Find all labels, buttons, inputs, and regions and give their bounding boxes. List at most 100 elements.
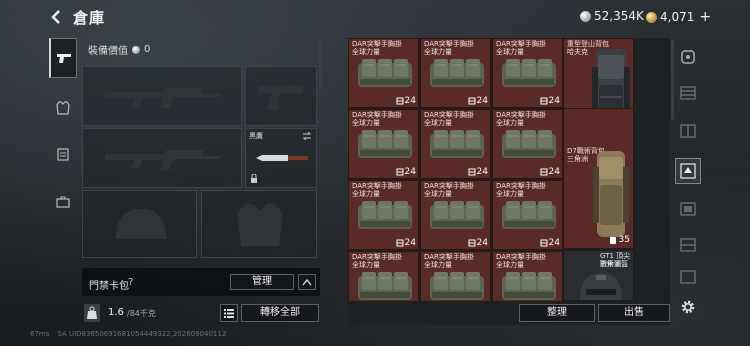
count-value: 35 <box>618 235 630 245</box>
primary-weapon-slot[interactable] <box>82 66 242 126</box>
swap-icon[interactable] <box>302 132 312 140</box>
item-count: 24 <box>468 96 488 106</box>
chevron-left-icon[interactable] <box>48 8 66 26</box>
silver-coin-icon <box>580 10 591 22</box>
melee-slot[interactable]: 黑鷹 <box>245 128 317 188</box>
inventory-item-chest-rig[interactable]: DAR突擊手胸掛 全球力量 24 <box>420 109 491 179</box>
tab-rig[interactable] <box>49 134 77 174</box>
left-category-tabs <box>49 38 77 318</box>
capacity-value: 1.6 <box>108 307 124 318</box>
capacity-icon <box>396 97 404 105</box>
inventory-item-chest-rig[interactable]: DAR突擊手胸掛 全球力量 24 <box>348 109 419 179</box>
chest-rig-icon <box>358 272 412 300</box>
item-count: 24 <box>396 238 416 248</box>
inventory-item-chest-rig[interactable]: DAR突擊手胸掛 全球力量 <box>492 251 563 301</box>
chest-rig-icon <box>430 130 484 158</box>
manage-keycard-button[interactable]: 管理 <box>230 274 294 290</box>
rig-icon <box>57 148 69 161</box>
item-name-line1: DAR突擊手胸掛 <box>424 253 474 261</box>
pistol-icon <box>56 54 71 63</box>
inventory-item-chest-rig[interactable]: DAR突擊手胸掛 全球力量 24 <box>420 38 491 108</box>
equipment-value-label: 裝備價值 <box>88 46 128 57</box>
capacity-icon <box>540 168 548 176</box>
count-value: 24 <box>476 96 488 106</box>
tab-armor[interactable] <box>49 88 77 128</box>
count-value: 24 <box>476 167 488 177</box>
count-value: 24 <box>548 96 560 106</box>
storage-tab-3[interactable] <box>675 118 701 144</box>
item-count: 35 <box>609 235 630 245</box>
inventory-item-chest-rig[interactable]: DAR突擊手胸掛 全球力量 <box>348 251 419 301</box>
equipment-value: 裝備價值 0 <box>88 42 150 57</box>
inventory-item-chest-rig[interactable]: DAR突擊手胸掛 全球力量 <box>420 251 491 301</box>
page-title: 倉庫 <box>73 9 106 27</box>
capacity-icon <box>468 239 476 247</box>
inventory-item-chest-rig[interactable]: DAR突擊手胸掛 全球力量 24 <box>492 109 563 179</box>
armor-slot[interactable] <box>201 190 317 258</box>
rifle-silhouette-icon <box>105 150 221 170</box>
storage-tab-4[interactable] <box>675 158 701 184</box>
keycard-label: 門禁卡包 <box>89 281 129 292</box>
chest-rig-icon <box>502 130 556 158</box>
secondary-weapon-slot[interactable] <box>245 66 317 126</box>
inventory-item-chest-rig[interactable]: DAR突擊手胸掛 全球力量 24 <box>492 38 563 108</box>
shelf-icon <box>680 238 696 252</box>
storage-box-icon <box>680 163 696 179</box>
shelf-icon <box>680 86 696 100</box>
lock-icon <box>251 174 257 183</box>
capacity-icon <box>540 97 548 105</box>
inventory-item-chest-rig[interactable]: DAR突擊手胸掛 全球力量 24 <box>420 180 491 250</box>
inventory-item-chest-rig[interactable]: DAR突擊手胸掛 全球力量 24 <box>348 38 419 108</box>
briefcase-icon <box>56 196 70 208</box>
transfer-all-button[interactable]: 轉移全部 <box>241 304 319 322</box>
item-name-line1: DAR突擊手胸掛 <box>352 253 402 261</box>
collapse-button[interactable] <box>298 274 316 290</box>
tertiary-weapon-slot[interactable] <box>82 128 242 188</box>
settings-button[interactable] <box>675 294 701 320</box>
list-view-button[interactable] <box>220 304 238 322</box>
item-name-line1: DAR突擊手胸掛 <box>352 111 402 119</box>
storage-tab-6[interactable] <box>675 232 701 258</box>
storage-tab-2[interactable] <box>675 80 701 106</box>
storage-tab-1[interactable] <box>675 44 701 70</box>
inventory-item-chest-rig[interactable]: DAR突擊手胸掛 全球力量 24 <box>348 180 419 250</box>
left-panel-scrollbar[interactable] <box>319 40 322 90</box>
backpack-item-d7[interactable]: D7戰術背包 三角洲 35 <box>563 108 634 249</box>
silver-amount: 52,354K <box>594 9 644 23</box>
storage-tab-5[interactable] <box>675 196 701 222</box>
chest-rig-icon <box>358 130 412 158</box>
capacity-row: 1.6 /84千克 轉移全部 <box>82 302 320 324</box>
helmet-item[interactable]: GT1 頂尖戰術頭盔 三角洲 <box>563 250 634 301</box>
chest-rig-icon <box>430 59 484 87</box>
helmet-icon <box>580 273 622 300</box>
item-count: 24 <box>396 96 416 106</box>
chevron-up-icon <box>302 278 312 286</box>
equipment-value-amount: 0 <box>144 44 151 55</box>
sell-button[interactable]: 出售 <box>598 304 670 322</box>
backpack-capacity-icon <box>609 237 616 244</box>
storage-tab-7[interactable] <box>675 264 701 290</box>
item-name-line2: 哈夫克 <box>567 48 588 56</box>
help-icon[interactable]: ? <box>128 277 139 288</box>
item-name-line1: DAR突擊手胸掛 <box>352 182 402 190</box>
safe-icon <box>681 50 695 64</box>
shelf-icon <box>680 124 696 138</box>
silver-currency: 52,354K <box>580 9 644 23</box>
tab-weapons[interactable] <box>49 38 77 78</box>
helmet-slot[interactable] <box>82 190 197 258</box>
item-name-line2: 三角洲 <box>600 260 621 268</box>
pistol-silhouette-icon <box>259 86 303 110</box>
knife-icon <box>256 155 308 161</box>
gear-icon <box>681 300 695 314</box>
inventory-scrollbar[interactable] <box>671 40 674 120</box>
list-icon <box>224 309 234 318</box>
sort-button[interactable]: 整理 <box>519 304 595 322</box>
add-currency-button[interactable]: + <box>699 9 711 25</box>
capacity-icon <box>540 239 548 247</box>
count-value: 24 <box>548 167 560 177</box>
inventory-item-chest-rig[interactable]: DAR突擊手胸掛 全球力量 24 <box>492 180 563 250</box>
chest-rig-icon <box>358 59 412 87</box>
weight-icon <box>84 304 100 322</box>
gold-coin-icon <box>646 11 657 23</box>
tab-cases[interactable] <box>49 182 77 222</box>
